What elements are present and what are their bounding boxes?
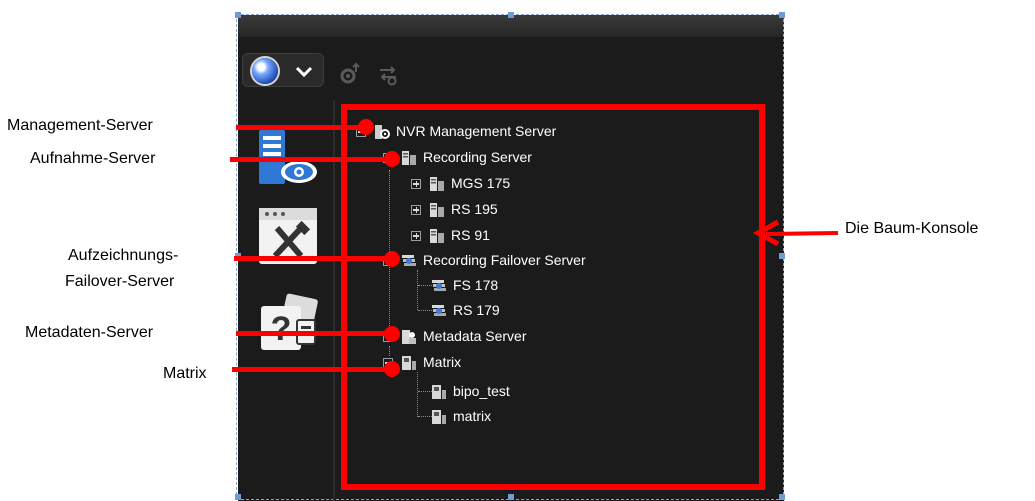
callout-line bbox=[234, 256, 392, 261]
callout-tree-console-prefix: Die bbox=[845, 220, 874, 237]
callout-line bbox=[236, 125, 366, 130]
globe-icon bbox=[252, 58, 278, 84]
resize-handle[interactable] bbox=[779, 253, 785, 259]
help-cards-icon[interactable]: ? bbox=[257, 292, 319, 354]
callout-matrix: Matrix bbox=[163, 365, 207, 382]
callout-metadata-server: Metadaten-Server bbox=[25, 324, 154, 341]
resize-handle[interactable] bbox=[235, 494, 241, 500]
callout-dot bbox=[384, 326, 400, 342]
resize-handle[interactable] bbox=[508, 494, 514, 500]
callout-tree-console-bold: Baum-Konsole bbox=[873, 220, 979, 237]
callout-management-server: Management-Server bbox=[7, 117, 153, 134]
callout-dot bbox=[384, 361, 400, 377]
chevron-down-icon bbox=[295, 66, 313, 78]
callout-line bbox=[230, 157, 392, 162]
callout-dot bbox=[384, 151, 400, 167]
callout-line bbox=[236, 331, 392, 336]
callout-failover-line1: Aufzeichnungs- bbox=[68, 247, 179, 264]
add-server-icon[interactable] bbox=[338, 62, 362, 86]
callout-tree-console: Die Baum-Konsole bbox=[845, 219, 978, 239]
callout-recording-server: Aufnahme-Server bbox=[30, 150, 156, 167]
tree-console-highlight bbox=[341, 104, 765, 490]
callout-arrow bbox=[752, 219, 839, 247]
resize-handle[interactable] bbox=[235, 12, 241, 18]
resize-handle[interactable] bbox=[508, 12, 514, 18]
callout-line bbox=[232, 367, 392, 372]
callout-dot bbox=[358, 119, 374, 135]
callout-dot bbox=[384, 251, 400, 267]
resize-handle[interactable] bbox=[779, 494, 785, 500]
site-selector-dropdown[interactable] bbox=[242, 53, 324, 87]
sync-settings-icon[interactable] bbox=[376, 62, 400, 86]
resize-handle[interactable] bbox=[779, 12, 785, 18]
svg-text:?: ? bbox=[271, 310, 292, 348]
callout-failover-line2: Failover-Server bbox=[65, 273, 175, 290]
